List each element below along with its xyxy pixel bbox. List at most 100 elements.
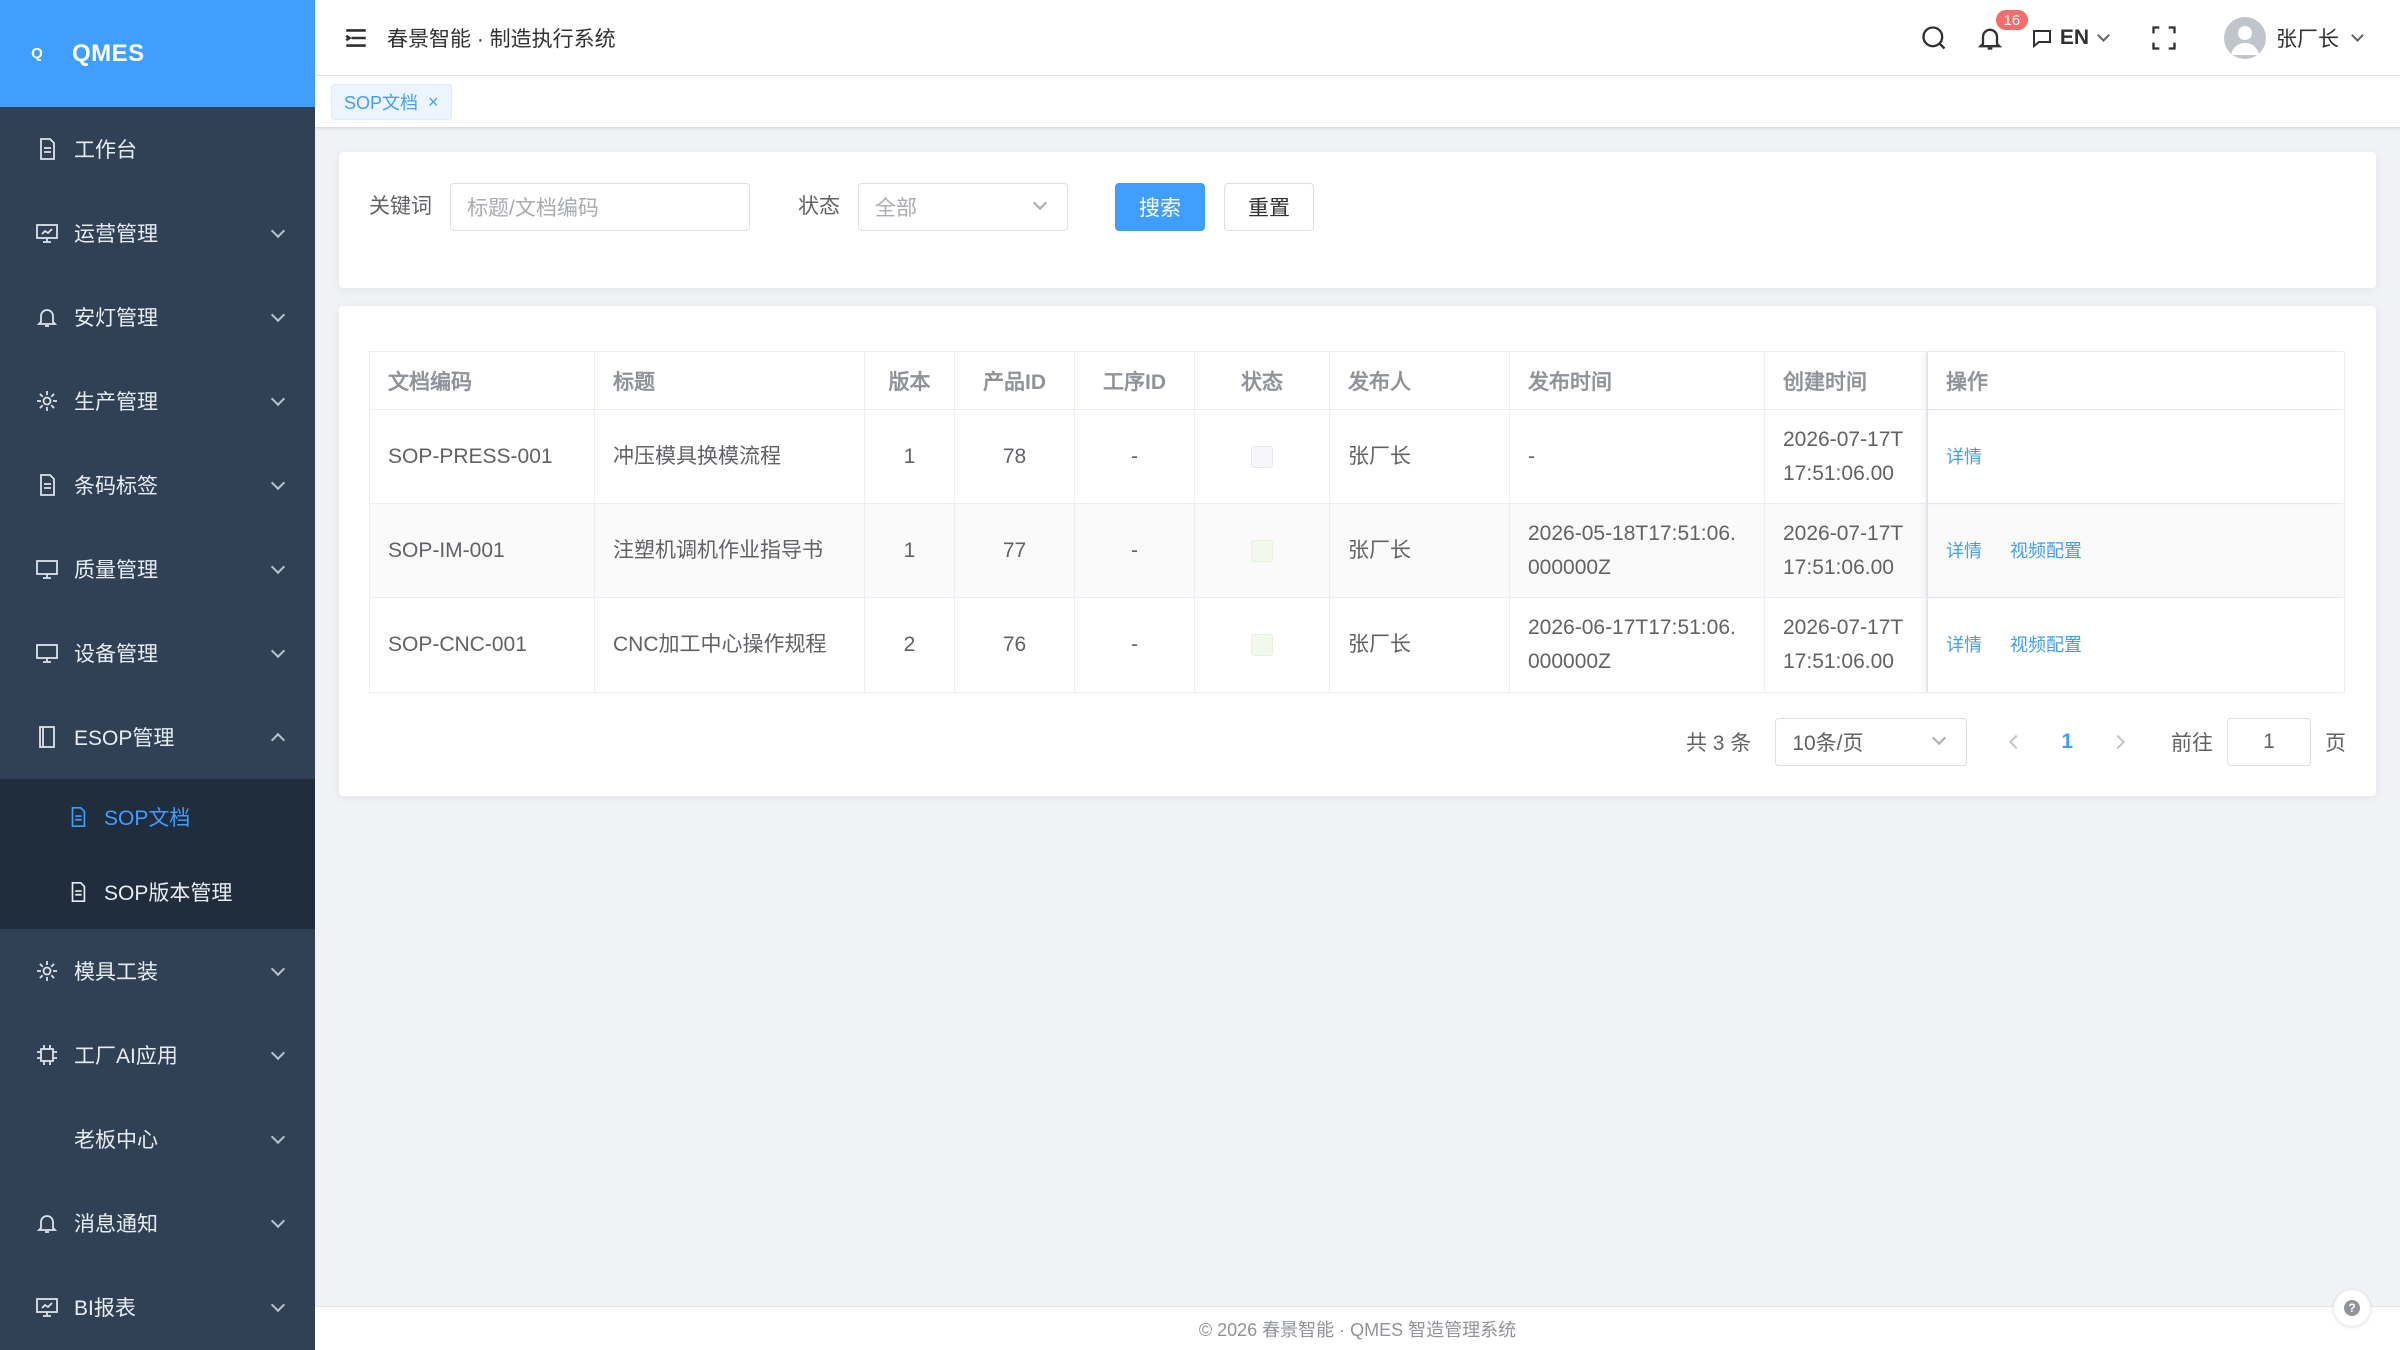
bell-icon [34,1210,60,1236]
cell-publisher: 张厂长 [1330,410,1510,503]
cell-title: CNC加工中心操作规程 [595,598,865,692]
cell-create-time: 2026-07-17T17:51:06.00 [1765,504,1927,597]
chevron-down-icon[interactable] [2351,29,2364,42]
cell-code: SOP-CNC-001 [370,598,595,692]
page-size-select[interactable]: 10条/页 [1775,718,1968,766]
document-icon [66,880,90,904]
header-actions: 16 EN 张厂长 [1918,0,2400,76]
sidebar-item-label: BI报表 [74,1297,136,1320]
chevron-down-icon [270,1213,286,1229]
sop-table: 文档编码 标题 版本 产品ID 工序ID 状态 发布人 发布时间 创建时间 操作… [369,351,2345,693]
sidebar-item-barcode[interactable]: 条码标签 [0,443,315,527]
sidebar-item-andon[interactable]: 安灯管理 [0,275,315,359]
sidebar-item-factory-ai[interactable]: 工厂AI应用 [0,1013,315,1097]
tag-sop-docs[interactable]: SOP文档 × [331,84,452,120]
document-icon [34,136,60,162]
cell-process-id: - [1075,598,1195,692]
cell-process-id: - [1075,410,1195,503]
help-icon: ? [2344,1300,2360,1316]
board-icon [34,220,60,246]
cell-actions: 详情 视频配置 [1927,598,2344,692]
chevron-down-icon [270,559,286,575]
sidebar-item-bi-reports[interactable]: BI报表 [0,1265,315,1349]
search-button[interactable]: 搜索 [1115,183,1205,231]
cell-title: 冲压模具换模流程 [595,410,865,503]
sidebar-item-workbench[interactable]: 工作台 [0,107,315,191]
page-number[interactable]: 1 [2061,730,2073,754]
sidebar-item-esop[interactable]: ESOP管理 [0,695,315,779]
search-icon[interactable] [1918,22,1950,54]
chevron-down-icon [270,391,286,407]
status-indicator [1251,539,1273,562]
goto-page-input[interactable]: 1 [2227,718,2311,766]
sidebar-item-label: 老板中心 [74,1129,158,1152]
video-config-link[interactable]: 视频配置 [2010,628,2082,662]
cell-status [1195,598,1330,692]
logo[interactable]: Q QMES [0,0,315,107]
reset-button[interactable]: 重置 [1224,183,1314,231]
user-name[interactable]: 张厂长 [2276,23,2339,53]
sidebar-item-equipment[interactable]: 设备管理 [0,611,315,695]
esop-submenu: SOP文档 SOP版本管理 [0,779,315,929]
search-form: 关键词 标题/文档编码 状态 全部 搜索 重置 [339,152,2376,288]
sidebar-item-molds[interactable]: 模具工装 [0,929,315,1013]
video-config-link[interactable]: 视频配置 [2010,534,2082,568]
cell-actions: 详情 [1927,410,2344,503]
cell-publisher: 张厂长 [1330,504,1510,597]
chevron-down-icon [270,307,286,323]
sidebar-item-label: 设备管理 [74,643,158,666]
notebook-icon [34,724,60,750]
notification-bell-icon[interactable]: 16 [1974,8,2030,54]
keyword-input[interactable]: 标题/文档编码 [450,183,750,231]
cell-title: 注塑机调机作业指导书 [595,504,865,597]
app-title: 春景智能 · 制造执行系统 [387,27,616,51]
sidebar-item-label: 质量管理 [74,559,158,582]
sidebar-item-sop-versions[interactable]: SOP版本管理 [0,854,315,929]
col-header: 产品ID [955,352,1075,409]
detail-link[interactable]: 详情 [1946,628,1982,662]
col-header: 版本 [865,352,955,409]
close-icon[interactable]: × [428,92,439,113]
sidebar-item-boss-center[interactable]: 老板中心 [0,1097,315,1181]
language-switcher[interactable]: EN [2030,26,2110,50]
help-button[interactable]: ? [2334,1290,2370,1326]
cell-product-id: 78 [955,410,1075,503]
sidebar-item-label: 消息通知 [74,1213,158,1236]
cell-publish-time: - [1510,410,1765,503]
sidebar-item-quality[interactable]: 质量管理 [0,527,315,611]
col-header: 发布人 [1330,352,1510,409]
col-header: 标题 [595,352,865,409]
col-header: 工序ID [1075,352,1195,409]
hamburger-icon[interactable] [341,23,371,53]
sidebar-item-label: 生产管理 [74,391,158,414]
sidebar-item-sop-docs[interactable]: SOP文档 [0,779,315,854]
document-icon [34,472,60,498]
prev-page-icon[interactable] [2009,734,2024,750]
footer: © 2026 春景智能 · QMES 智造管理系统 [315,1306,2400,1350]
sidebar-item-label: 模具工装 [74,961,158,984]
status-select[interactable]: 全部 [858,183,1068,231]
detail-link[interactable]: 详情 [1946,534,1982,568]
chevron-down-icon [270,475,286,491]
detail-link[interactable]: 详情 [1946,440,1982,474]
cpu-icon [34,1042,60,1068]
status-label: 状态 [798,195,840,218]
sidebar-item-operations[interactable]: 运营管理 [0,191,315,275]
sidebar-item-label: 工厂AI应用 [74,1045,178,1068]
sidebar-item-messages[interactable]: 消息通知 [0,1181,315,1265]
keyword-placeholder: 标题/文档编码 [467,197,599,220]
status-indicator [1251,445,1273,468]
cell-version: 2 [865,598,955,692]
sidebar-item-production[interactable]: 生产管理 [0,359,315,443]
fullscreen-icon[interactable] [2148,22,2180,54]
sidebar-item-label: 工作台 [74,139,137,162]
cell-version: 1 [865,504,955,597]
col-header: 发布时间 [1510,352,1765,409]
copyright-text: © 2026 春景智能 · QMES 智造管理系统 [1198,1319,1517,1340]
total-count: 共 3 条 [1685,732,1752,755]
cell-publisher: 张厂长 [1330,598,1510,692]
next-page-icon[interactable] [2110,734,2126,750]
sidebar-item-label: SOP文档 [104,806,191,830]
gear-icon [34,388,60,414]
avatar[interactable] [2224,17,2266,59]
